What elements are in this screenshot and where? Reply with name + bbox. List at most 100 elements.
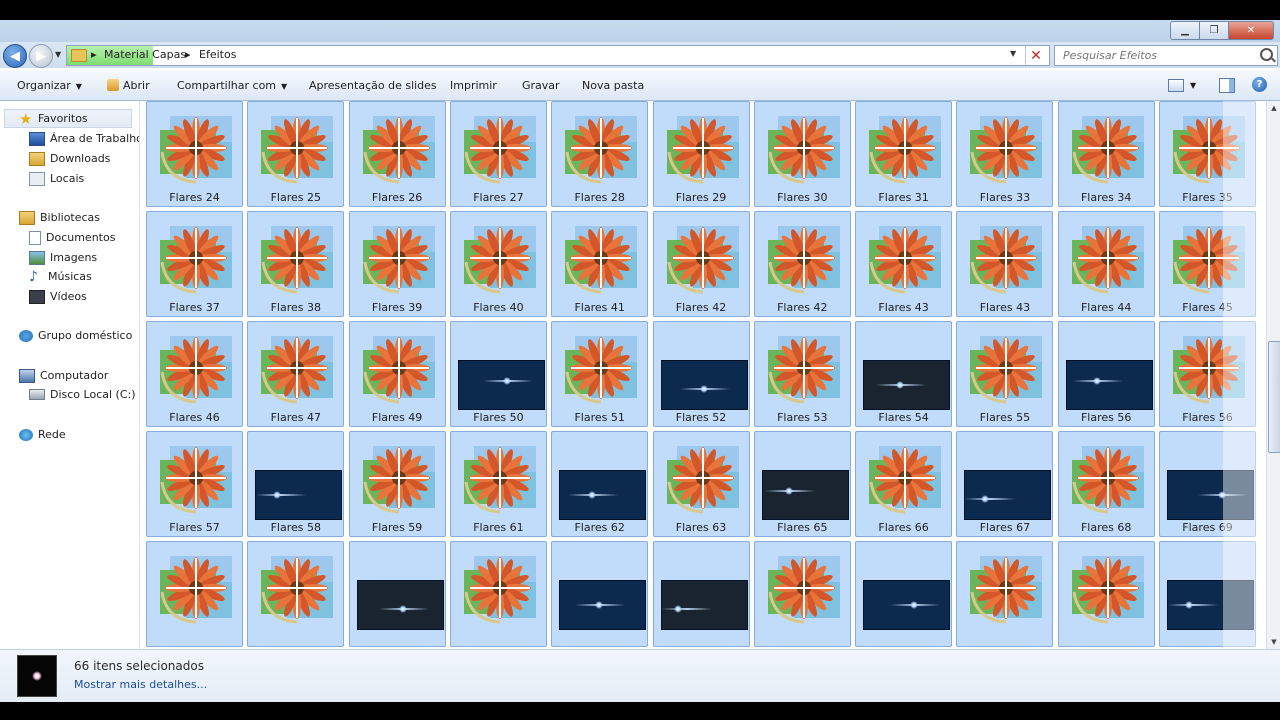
- file-item[interactable]: [1057, 541, 1155, 647]
- file-name: Flares 55: [979, 411, 1031, 424]
- file-name: Flares 33: [979, 191, 1031, 204]
- burn-button[interactable]: Gravar: [522, 79, 560, 92]
- address-dropdown-icon[interactable]: ▼: [1010, 49, 1016, 58]
- address-bar[interactable]: ▸ Material Capas ▸ Efeitos ▼ ✕: [66, 45, 1050, 66]
- file-item[interactable]: Flares 68: [1057, 431, 1155, 537]
- file-item[interactable]: Flares 43: [855, 211, 953, 317]
- file-item[interactable]: Flares 56: [1057, 321, 1155, 427]
- file-item[interactable]: Flares 26: [348, 101, 446, 207]
- file-item[interactable]: [348, 541, 446, 647]
- file-item[interactable]: Flares 43: [956, 211, 1054, 317]
- file-item[interactable]: [753, 541, 851, 647]
- scroll-down-icon[interactable]: ▼: [1267, 635, 1280, 649]
- file-item[interactable]: Flares 47: [247, 321, 345, 427]
- stop-icon[interactable]: ✕: [1025, 46, 1046, 65]
- file-item[interactable]: Flares 67: [956, 431, 1054, 537]
- sidebar-item-disco-local[interactable]: Disco Local (C:): [29, 385, 136, 404]
- sidebar-item-favoritos[interactable]: ★ Favoritos: [4, 109, 132, 128]
- file-item[interactable]: Flares 59: [348, 431, 446, 537]
- file-item[interactable]: Flares 46: [146, 321, 243, 427]
- crumb-separator-icon[interactable]: ▸: [91, 48, 97, 61]
- sidebar-item-area-de-trabalho[interactable]: Área de Trabalho: [29, 129, 139, 148]
- print-button[interactable]: Imprimir: [450, 79, 497, 92]
- file-item[interactable]: Flares 31: [855, 101, 953, 207]
- view-options-dropdown[interactable]: ▼: [1190, 81, 1196, 90]
- file-item[interactable]: Flares 62: [551, 431, 649, 537]
- file-item[interactable]: [551, 541, 649, 647]
- file-item[interactable]: [247, 541, 345, 647]
- file-item[interactable]: Flares 54: [855, 321, 953, 427]
- file-item[interactable]: Flares 41: [551, 211, 649, 317]
- file-item[interactable]: Flares 49: [348, 321, 446, 427]
- file-item[interactable]: Flares 24: [146, 101, 243, 207]
- new-folder-button[interactable]: Nova pasta: [582, 79, 644, 92]
- file-item[interactable]: Flares 55: [956, 321, 1054, 427]
- file-item[interactable]: Flares 42: [753, 211, 851, 317]
- file-item[interactable]: [855, 541, 953, 647]
- file-item[interactable]: [146, 541, 243, 647]
- crumb-separator-icon[interactable]: ▸: [185, 48, 191, 61]
- file-item[interactable]: Flares 27: [449, 101, 547, 207]
- file-item[interactable]: Flares 39: [348, 211, 446, 317]
- sidebar-item-bibliotecas[interactable]: Bibliotecas: [19, 208, 100, 227]
- sidebar-item-grupo-domestico[interactable]: Grupo doméstico: [19, 326, 132, 345]
- file-item[interactable]: Flares 29: [652, 101, 750, 207]
- file-item[interactable]: Flares 25: [247, 101, 345, 207]
- breadcrumb-efeitos[interactable]: Efeitos: [199, 48, 236, 61]
- preview-pane-icon[interactable]: [1219, 78, 1235, 93]
- file-item[interactable]: Flares 28: [551, 101, 649, 207]
- sidebar-item-documentos[interactable]: Documentos: [29, 228, 115, 247]
- file-item[interactable]: Flares 52: [652, 321, 750, 427]
- scroll-up-icon[interactable]: ▲: [1267, 101, 1280, 115]
- file-item[interactable]: Flares 58: [247, 431, 345, 537]
- explorer-window: ▁ ❐ ✕ ◀ ▶ ▼ ▸ Material Capas ▸ Efeitos ▼…: [0, 20, 1280, 702]
- file-item[interactable]: Flares 38: [247, 211, 345, 317]
- sidebar-item-musicas[interactable]: ♪ Músicas: [29, 267, 92, 286]
- file-item[interactable]: Flares 50: [449, 321, 547, 427]
- close-button[interactable]: ✕: [1228, 21, 1274, 40]
- file-item[interactable]: Flares 40: [449, 211, 547, 317]
- search-icon[interactable]: [1260, 48, 1273, 61]
- file-item[interactable]: [956, 541, 1054, 647]
- file-item[interactable]: Flares 61: [449, 431, 547, 537]
- change-view-icon[interactable]: [1168, 79, 1184, 92]
- file-item[interactable]: Flares 34: [1057, 101, 1155, 207]
- back-button[interactable]: ◀: [3, 44, 27, 68]
- file-item[interactable]: Flares 33: [956, 101, 1054, 207]
- help-icon[interactable]: ?: [1252, 77, 1267, 92]
- file-item[interactable]: Flares 44: [1057, 211, 1155, 317]
- sidebar-item-imagens[interactable]: Imagens: [29, 248, 97, 267]
- file-item[interactable]: [449, 541, 547, 647]
- sidebar-item-computador[interactable]: Computador: [19, 366, 108, 385]
- file-list[interactable]: Flares 9Flares 10Flares 11Flares 13Flare…: [140, 101, 1266, 649]
- slideshow-button[interactable]: Apresentação de slides: [309, 79, 437, 92]
- maximize-button[interactable]: ❐: [1199, 21, 1229, 40]
- file-item[interactable]: Flares 65: [753, 431, 851, 537]
- sidebar-item-videos[interactable]: Vídeos: [29, 287, 87, 306]
- file-item[interactable]: Flares 37: [146, 211, 243, 317]
- file-item[interactable]: Flares 30: [753, 101, 851, 207]
- organize-menu[interactable]: Organizar ▼: [17, 79, 82, 92]
- vertical-scrollbar[interactable]: ▲ ▼: [1266, 101, 1280, 649]
- search-box[interactable]: [1054, 45, 1278, 66]
- file-name: Flares 42: [777, 301, 828, 314]
- file-item[interactable]: Flares 51: [551, 321, 649, 427]
- breadcrumb-material-capas[interactable]: Material Capas: [104, 48, 186, 61]
- file-item[interactable]: Flares 42: [652, 211, 750, 317]
- sidebar-item-downloads[interactable]: Downloads: [29, 149, 110, 168]
- show-more-details-link[interactable]: Mostrar mais detalhes...: [74, 678, 207, 691]
- scrollbar-thumb[interactable]: [1268, 341, 1280, 453]
- share-menu[interactable]: Compartilhar com ▼: [177, 79, 287, 92]
- forward-button[interactable]: ▶: [29, 44, 53, 68]
- file-item[interactable]: Flares 57: [146, 431, 243, 537]
- sidebar-item-rede[interactable]: Rede: [19, 425, 66, 444]
- file-item[interactable]: Flares 66: [855, 431, 953, 537]
- open-button[interactable]: Abrir: [107, 79, 150, 92]
- minimize-button[interactable]: ▁: [1170, 21, 1200, 40]
- search-input[interactable]: [1061, 46, 1255, 65]
- recent-pages-dropdown[interactable]: ▼: [55, 50, 61, 59]
- sidebar-item-locais[interactable]: Locais: [29, 169, 84, 188]
- file-item[interactable]: Flares 63: [652, 431, 750, 537]
- file-item[interactable]: [652, 541, 750, 647]
- file-item[interactable]: Flares 53: [753, 321, 851, 427]
